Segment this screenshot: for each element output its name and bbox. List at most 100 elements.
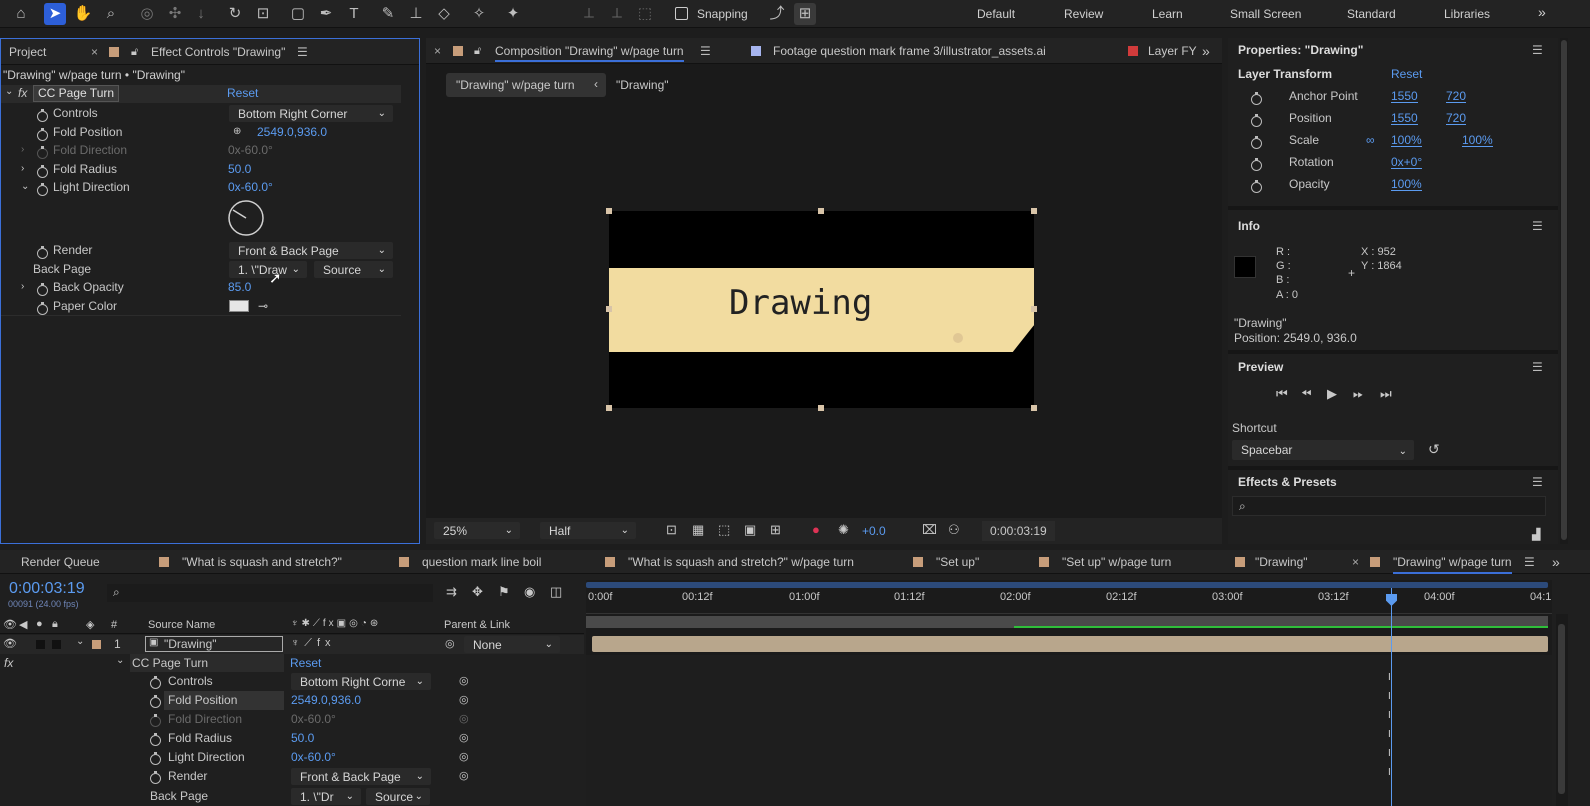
fold-radius-value[interactable]: 50.0 (228, 160, 251, 178)
pickwhip-icon[interactable]: ◎ (459, 693, 469, 706)
effect-group-row[interactable]: fx ⌄ CC Page Turn Reset (0, 654, 584, 672)
keyframe-marker-icon[interactable]: I (1388, 748, 1391, 759)
panel-menu-icon[interactable]: ☰ (700, 44, 711, 58)
tl-back-page-dropdown[interactable]: 1. \"Dr ⌄ (291, 788, 361, 805)
layer-bar[interactable] (592, 636, 1548, 652)
draft-3d-icon[interactable]: ✥ (472, 584, 483, 600)
tl-fold-position-value[interactable]: 2549.0,936.0 (291, 693, 361, 707)
tab-comp[interactable]: "Set up" w/page turn (1062, 550, 1171, 574)
scale-y-value[interactable]: 100% (1462, 131, 1493, 147)
reset-exposure-icon[interactable]: ✺ (838, 522, 849, 538)
timeline-reset-link[interactable]: Reset (290, 656, 321, 670)
lock-icon[interactable]: 🔓︎ (131, 39, 138, 65)
stopwatch-icon[interactable] (37, 183, 48, 197)
time-ruler[interactable]: 0:00f 00:12f 01:00f 01:12f 02:00f 02:12f… (586, 588, 1552, 614)
rectangle-tool-icon[interactable]: ▢ (287, 3, 309, 25)
anchor-x-value[interactable]: 1550 (1391, 87, 1418, 103)
keyframe-marker-icon[interactable]: I (1388, 767, 1391, 778)
region-of-interest-icon[interactable]: ▣ (744, 522, 756, 538)
disclosure-open-icon[interactable]: ⌄ (5, 86, 13, 97)
timeline-scrollbar[interactable] (1556, 614, 1568, 806)
close-icon[interactable]: × (91, 39, 98, 65)
frame-blending-icon[interactable]: ◉ (524, 584, 535, 600)
axis-view-icon[interactable]: ⬚ (634, 3, 656, 25)
layer-row-1[interactable]: 👁︎ ⌄ 1 "Drawing" ▣ ♆⟋fx ◎ None ⌄ (0, 635, 584, 654)
tab-effect-controls[interactable]: Effect Controls "Drawing" (151, 39, 285, 65)
fast-preview-icon[interactable]: ⊡ (666, 522, 677, 538)
comp-flowchart-icon[interactable]: ⇉ (446, 584, 457, 600)
tab-comp[interactable]: "Drawing" (1255, 550, 1308, 574)
pickwhip-icon[interactable]: ◎ (459, 674, 469, 687)
zoom-tool-icon[interactable]: ⌕ (100, 3, 122, 25)
exposure-value[interactable]: +0.0 (862, 524, 886, 538)
close-icon[interactable]: × (434, 38, 441, 64)
disclosure-open-icon[interactable]: ⌄ (76, 636, 84, 647)
back-opacity-value[interactable]: 85.0 (228, 278, 251, 296)
disclosure-closed-icon[interactable]: › (21, 160, 24, 178)
workspace-learn[interactable]: Learn (1152, 7, 1183, 21)
effect-reset-link[interactable]: Reset (227, 86, 258, 100)
eyedropper-icon[interactable]: ⊸ (258, 297, 268, 315)
disclosure-closed-icon[interactable]: › (21, 278, 24, 296)
pickwhip-icon[interactable]: ◎ (459, 750, 469, 763)
right-scrollbar[interactable] (1560, 38, 1568, 544)
brush-tool-icon[interactable]: ✎ (377, 3, 399, 25)
more-tabs-icon[interactable]: » (1202, 38, 1210, 64)
position-x-value[interactable]: 1550 (1391, 109, 1418, 125)
controls-dropdown[interactable]: Bottom Right Corner ⌄ (229, 105, 393, 122)
play-icon[interactable]: ▶ (1327, 386, 1337, 402)
layer-switches[interactable]: ♆⟋fx (291, 637, 336, 650)
fx-toggle-icon[interactable]: fx (18, 86, 27, 100)
transform-reset-link[interactable]: Reset (1391, 67, 1422, 81)
graph-editor-icon[interactable]: ◫ (550, 584, 562, 600)
stopwatch-icon[interactable] (37, 283, 48, 297)
timeline-search-input[interactable]: ⌕ (107, 584, 433, 602)
layer-handle[interactable] (1031, 306, 1037, 312)
constrain-link-icon[interactable]: ∞ (1366, 131, 1375, 149)
timeline-track-area[interactable]: 0:00f 00:12f 01:00f 01:12f 02:00f 02:12f… (586, 580, 1552, 806)
eye-icon[interactable]: 👁︎ (3, 637, 17, 650)
hand-tool-icon[interactable]: ✋ (72, 3, 94, 25)
workspace-small-screen[interactable]: Small Screen (1230, 7, 1301, 21)
stopwatch-icon[interactable] (37, 302, 48, 316)
keyframe-marker-icon[interactable]: I (1388, 691, 1391, 702)
stopwatch-icon[interactable] (37, 165, 48, 179)
position-y-value[interactable]: 720 (1446, 109, 1467, 125)
tl-light-direction-value[interactable]: 0x-60.0° (291, 750, 336, 764)
pickwhip-icon[interactable]: ◎ (459, 712, 469, 725)
panel-menu-icon[interactable]: ☰ (1532, 219, 1543, 233)
tab-layer[interactable]: Layer FY (1148, 38, 1197, 64)
pen-tool-icon[interactable]: ✒ (315, 3, 337, 25)
snap-grid-icon[interactable]: ⊞ (794, 3, 816, 25)
col-parent-link[interactable]: Parent & Link (444, 619, 510, 631)
rotation-value[interactable]: 0x+0° (1391, 153, 1423, 169)
crosshair-target-icon[interactable]: ⊕ (233, 123, 241, 141)
layer-handle[interactable] (1031, 208, 1037, 214)
stopwatch-icon[interactable] (150, 695, 161, 709)
scale-x-value[interactable]: 100% (1391, 131, 1422, 147)
axis-world-icon[interactable]: ⟂ (606, 3, 628, 25)
panel-menu-icon[interactable]: ☰ (1532, 360, 1543, 374)
zoom-dropdown[interactable]: 25% ⌄ (434, 522, 520, 539)
parent-dropdown[interactable]: None ⌄ (464, 636, 560, 653)
back-page-layer-dropdown[interactable]: 1. \"Draw ⌄ (229, 261, 307, 278)
comp-crumb-1[interactable]: "Drawing" w/page turn (456, 78, 575, 92)
workspace-standard[interactable]: Standard (1347, 7, 1396, 21)
show-snapshot-icon[interactable]: ⚇ (948, 522, 960, 538)
close-icon[interactable]: × (1352, 550, 1359, 574)
snapping-checkbox[interactable] (675, 7, 688, 20)
workspace-default[interactable]: Default (977, 7, 1015, 21)
stopwatch-icon[interactable] (37, 246, 48, 260)
roto-brush-icon[interactable]: ✧ (468, 3, 490, 25)
orbit-camera-icon[interactable]: ◎ (136, 3, 158, 25)
puppet-pin-icon[interactable]: ✦ (502, 3, 524, 25)
layer-handle[interactable] (818, 405, 824, 411)
layer-handle[interactable] (606, 405, 612, 411)
fold-position-value[interactable]: 2549.0,936.0 (257, 123, 327, 141)
stopwatch-icon[interactable] (1251, 180, 1262, 194)
solo-box[interactable] (36, 640, 45, 649)
tl-render-dropdown[interactable]: Front & Back Page ⌄ (291, 768, 431, 785)
pickwhip-icon[interactable]: ◎ (459, 769, 469, 782)
timeline-timecode[interactable]: 0:00:03:19 (9, 580, 85, 598)
panel-menu-icon[interactable]: ☰ (1532, 43, 1543, 57)
